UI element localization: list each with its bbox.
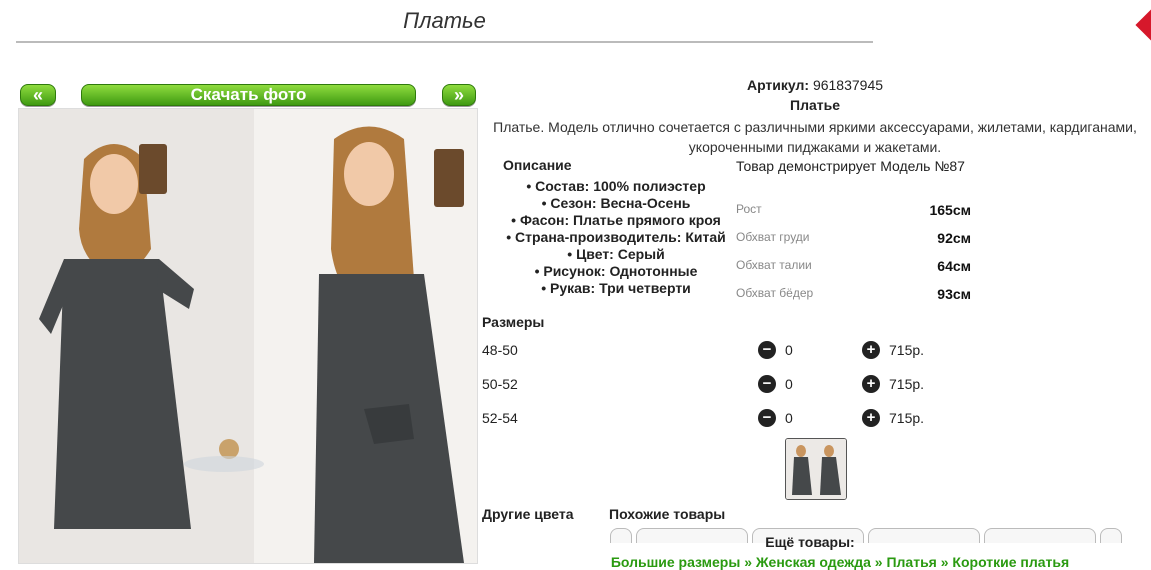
minus-icon[interactable]: −	[758, 375, 776, 393]
quantity-value: 0	[785, 376, 793, 392]
quantity-value: 0	[785, 410, 793, 426]
model-param-value: 165см	[929, 202, 971, 218]
similar-product-item[interactable]	[984, 528, 1096, 543]
other-colors-title: Другие цвета	[482, 506, 574, 522]
plus-icon[interactable]: +	[862, 341, 880, 359]
strip-arrow-left-icon[interactable]	[610, 528, 632, 543]
feature-item: Цвет: Серый	[490, 246, 742, 263]
model-param-value: 92см	[937, 230, 971, 246]
feature-item: Страна-производитель: Китай	[490, 229, 742, 246]
size-name: 48-50	[482, 342, 518, 358]
article-label: Артикул:	[746, 77, 810, 93]
model-param-value: 93см	[937, 286, 971, 302]
size-name: 50-52	[482, 376, 518, 392]
category-links: Большие размеры » Женская одежда » Плать…	[560, 554, 1120, 570]
size-row: 48-50 − 0 + 715р.	[482, 340, 942, 362]
size-name: 52-54	[482, 410, 518, 426]
product-photo[interactable]	[18, 108, 478, 564]
feature-item: Фасон: Платье прямого кроя	[490, 212, 742, 229]
similar-products-title: Похожие товары	[609, 506, 726, 522]
article-value: 961837945	[812, 77, 884, 93]
quantity-value: 0	[785, 342, 793, 358]
sizes-title: Размеры	[482, 314, 545, 330]
prev-photo-button[interactable]: «	[20, 84, 56, 106]
size-price: 715р.	[889, 342, 925, 358]
category-link[interactable]: Короткие платья	[952, 554, 1069, 570]
thumbnail-image	[786, 439, 846, 499]
model-param-label: Обхват талии	[736, 258, 812, 272]
category-link[interactable]: Большие размеры	[611, 554, 741, 570]
product-description: Платье. Модель отлично сочетается с разл…	[493, 119, 1137, 155]
feature-item: Рисунок: Однотонные	[490, 263, 742, 280]
model-param-value: 64см	[937, 258, 971, 274]
model-param-label: Обхват груди	[736, 230, 810, 244]
separator: »	[874, 554, 883, 570]
feature-item: Состав: 100% полиэстер	[490, 178, 742, 195]
separator: »	[940, 554, 949, 570]
product-name: Платье	[790, 97, 840, 113]
plus-icon[interactable]: +	[862, 375, 880, 393]
size-price: 715р.	[889, 410, 925, 426]
more-products-title: Ещё товары:	[765, 534, 855, 550]
article-line: Артикул: 961837945	[480, 77, 1150, 93]
model-title: Товар демонстрирует Модель №87	[736, 158, 965, 174]
strip-arrow-right-icon[interactable]	[1100, 528, 1122, 543]
download-photo-button[interactable]: Скачать фото	[81, 84, 416, 106]
size-row: 50-52 − 0 + 715р.	[482, 374, 942, 396]
logo-diamond-icon	[1135, 9, 1151, 41]
next-photo-button[interactable]: »	[442, 84, 476, 106]
model-param: Рост 165см	[736, 202, 971, 218]
model-param: Обхват талии 64см	[736, 258, 971, 274]
model-param: Обхват бёдер 93см	[736, 286, 971, 302]
model-param-label: Обхват бёдер	[736, 286, 814, 300]
size-row: 52-54 − 0 + 715р.	[482, 408, 942, 430]
description-title: Описание	[503, 157, 572, 173]
page-title: Платье	[16, 8, 873, 43]
model-param: Обхват груди 92см	[736, 230, 971, 246]
feature-item: Сезон: Весна-Осень	[490, 195, 742, 212]
minus-icon[interactable]: −	[758, 409, 776, 427]
size-price: 715р.	[889, 376, 925, 392]
model-param-label: Рост	[736, 202, 762, 216]
category-link[interactable]: Платья	[886, 554, 936, 570]
minus-icon[interactable]: −	[758, 341, 776, 359]
photo-thumbnail[interactable]	[785, 438, 847, 500]
category-link[interactable]: Женская одежда	[756, 554, 871, 570]
separator: »	[744, 554, 752, 570]
feature-list: Состав: 100% полиэстер Сезон: Весна-Осен…	[490, 178, 742, 297]
product-photo-image	[19, 109, 477, 563]
feature-item: Рукав: Три четверти	[490, 280, 742, 297]
plus-icon[interactable]: +	[862, 409, 880, 427]
